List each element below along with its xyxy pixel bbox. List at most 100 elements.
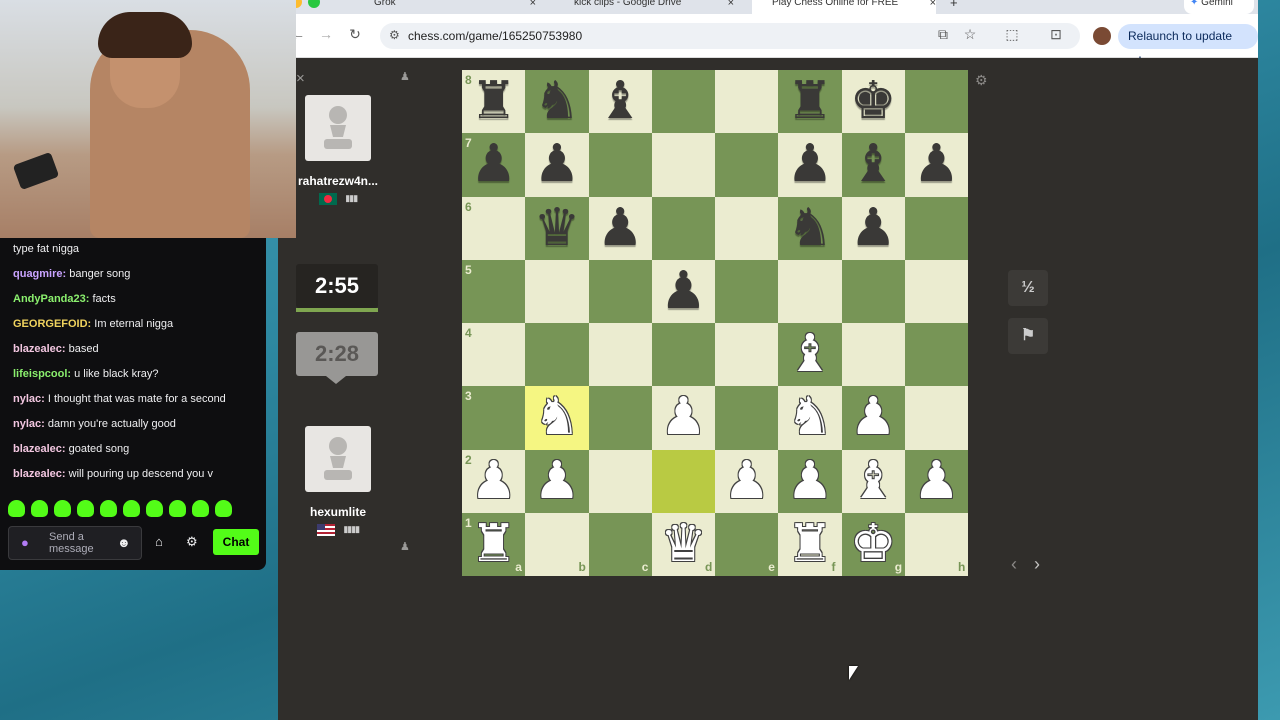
top-player-avatar[interactable] xyxy=(305,95,371,161)
new-tab-button[interactable]: + xyxy=(950,0,962,14)
white-king-icon[interactable]: ♚ xyxy=(842,513,905,576)
square-d6[interactable] xyxy=(651,196,715,260)
bottom-player-name[interactable]: hexumlite xyxy=(278,505,398,519)
chat-message-input[interactable]: ● Send a message ☻ xyxy=(8,526,142,560)
black-rook-icon[interactable]: ♜ xyxy=(462,70,525,133)
emote-icon[interactable] xyxy=(192,500,209,517)
chat-send-button[interactable]: Chat xyxy=(213,529,259,555)
white-pawn-icon[interactable]: ♟ xyxy=(778,450,841,513)
square-g4[interactable] xyxy=(841,323,905,387)
square-b4[interactable] xyxy=(525,323,589,387)
emote-icon[interactable] xyxy=(146,500,163,517)
relaunch-to-update-button[interactable]: Relaunch to update ⋮ xyxy=(1118,24,1258,68)
bottom-player-avatar[interactable] xyxy=(305,426,371,492)
white-pawn-icon[interactable]: ♟ xyxy=(525,450,588,513)
white-pawn-icon[interactable]: ♟ xyxy=(462,450,525,513)
close-tab-icon[interactable]: × xyxy=(530,0,536,9)
emote-icon[interactable] xyxy=(8,500,25,517)
top-player-name[interactable]: rahatrezw4n... xyxy=(278,174,398,188)
chat-username[interactable]: quagmire: xyxy=(13,268,69,280)
white-pawn-icon[interactable]: ♟ xyxy=(842,386,905,449)
close-tab-icon[interactable]: × xyxy=(930,0,936,9)
emote-icon[interactable] xyxy=(77,500,94,517)
black-pawn-icon[interactable]: ♟ xyxy=(462,133,525,196)
tab-kick-clips[interactable]: kick clips - Google Drive × xyxy=(554,0,734,14)
white-pawn-icon[interactable]: ♟ xyxy=(715,450,778,513)
white-rook-icon[interactable]: ♜ xyxy=(462,513,525,576)
black-king-icon[interactable]: ♚ xyxy=(842,70,905,133)
square-h8[interactable] xyxy=(904,70,968,134)
profile-avatar[interactable] xyxy=(1093,27,1111,45)
black-bishop-icon[interactable]: ♝ xyxy=(842,133,905,196)
white-knight-icon[interactable]: ♞ xyxy=(525,386,588,449)
square-c7[interactable] xyxy=(588,133,652,197)
chat-username[interactable]: nylac: xyxy=(13,418,48,430)
square-h3[interactable] xyxy=(904,386,968,450)
black-pawn-icon[interactable]: ♟ xyxy=(652,260,715,323)
white-bishop-icon[interactable]: ♝ xyxy=(778,323,841,386)
emoji-icon[interactable]: ☻ xyxy=(117,535,131,550)
emote-icon[interactable] xyxy=(100,500,117,517)
chat-username[interactable]: lifeispcool: xyxy=(13,368,74,380)
white-bishop-icon[interactable]: ♝ xyxy=(842,450,905,513)
square-e3[interactable] xyxy=(715,386,779,450)
close-panel-icon[interactable]: × xyxy=(296,70,305,87)
square-d7[interactable] xyxy=(651,133,715,197)
square-d8[interactable] xyxy=(651,70,715,134)
emote-icon[interactable] xyxy=(169,500,186,517)
black-rook-icon[interactable]: ♜ xyxy=(778,70,841,133)
emote-icon[interactable] xyxy=(215,500,232,517)
previous-move-icon[interactable]: ‹ xyxy=(1011,554,1017,575)
square-h6[interactable] xyxy=(904,196,968,260)
emote-icon[interactable] xyxy=(123,500,140,517)
chat-username[interactable]: GEORGEFOID: xyxy=(13,318,94,330)
square-c4[interactable] xyxy=(588,323,652,387)
bookmark-star-icon[interactable]: ☆ xyxy=(960,26,980,43)
chess-board[interactable]: 8 7 6 5 4 3 2 1 a b c d e f g h ♜ ♞ ♝ ♜ ♚ ♟ ♟ ♟ ♝ ♟ ♛ ♟ ♞ ♟ ♟ ♝ ♞ ♟ ♞ ♟ ♟ ♟ ♟ ♟… xyxy=(462,70,968,576)
square-h4[interactable] xyxy=(904,323,968,387)
square-h5[interactable] xyxy=(904,259,968,323)
chat-username[interactable]: nylac: xyxy=(13,393,48,405)
square-c5[interactable] xyxy=(588,259,652,323)
extensions-icon[interactable]: ⬚ xyxy=(1002,26,1022,43)
site-info-icon[interactable]: ⚙ xyxy=(389,28,400,42)
emote-icon[interactable] xyxy=(31,500,48,517)
forward-icon[interactable]: → xyxy=(316,26,336,42)
white-rook-icon[interactable]: ♜ xyxy=(778,513,841,576)
offer-draw-button[interactable]: ½ xyxy=(1008,270,1048,306)
store-icon[interactable]: ⌂ xyxy=(155,534,163,549)
close-tab-icon[interactable]: × xyxy=(728,0,734,9)
white-queen-icon[interactable]: ♛ xyxy=(652,513,715,576)
square-e8[interactable] xyxy=(715,70,779,134)
chat-username[interactable]: blazealec: xyxy=(13,468,69,480)
black-pawn-icon[interactable]: ♟ xyxy=(525,133,588,196)
chat-username[interactable]: blazealec: xyxy=(13,443,69,455)
black-pawn-icon[interactable]: ♟ xyxy=(778,133,841,196)
reload-icon[interactable]: ↻ xyxy=(345,26,365,43)
white-pawn-icon[interactable]: ♟ xyxy=(905,450,968,513)
black-knight-icon[interactable]: ♞ xyxy=(525,70,588,133)
window-maximize-button[interactable] xyxy=(308,0,320,8)
square-d2[interactable] xyxy=(651,449,715,513)
square-e5[interactable] xyxy=(715,259,779,323)
white-pawn-icon[interactable]: ♟ xyxy=(652,386,715,449)
square-f5[interactable] xyxy=(778,259,842,323)
chat-username[interactable]: AndyPanda23: xyxy=(13,293,92,305)
black-pawn-icon[interactable]: ♟ xyxy=(842,197,905,260)
tab-grok[interactable]: Grok × xyxy=(356,0,536,14)
square-e6[interactable] xyxy=(715,196,779,260)
board-settings-icon[interactable]: ⚙ xyxy=(975,72,988,89)
black-pawn-icon[interactable]: ♟ xyxy=(589,197,652,260)
gemini-button[interactable]: ✦ Gemini xyxy=(1184,0,1254,14)
microphone-icon[interactable]: ● xyxy=(21,535,29,550)
install-app-icon[interactable]: ⧉ xyxy=(933,26,953,43)
black-queen-icon[interactable]: ♛ xyxy=(525,197,588,260)
chat-username[interactable]: blazealec: xyxy=(13,343,69,355)
chat-settings-icon[interactable]: ⚙ xyxy=(186,534,198,550)
square-e4[interactable] xyxy=(715,323,779,387)
square-b5[interactable] xyxy=(525,259,589,323)
square-c3[interactable] xyxy=(588,386,652,450)
black-bishop-icon[interactable]: ♝ xyxy=(589,70,652,133)
emote-icon[interactable] xyxy=(54,500,71,517)
white-knight-icon[interactable]: ♞ xyxy=(778,386,841,449)
